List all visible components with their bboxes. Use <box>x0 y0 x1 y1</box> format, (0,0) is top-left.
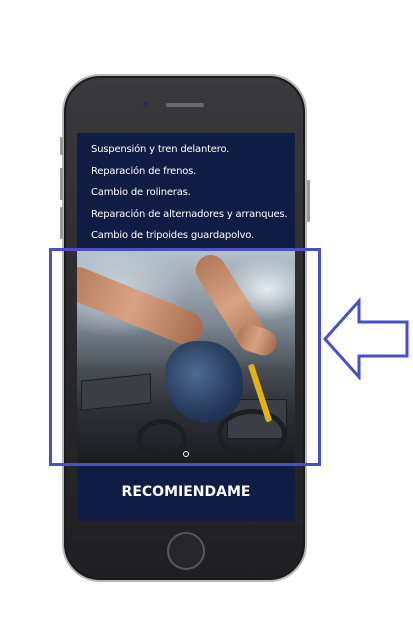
phone-side-button-silent <box>60 137 63 155</box>
recommend-button[interactable]: RECOMIENDAME <box>77 463 295 521</box>
service-item: Suspensión y tren delantero. <box>91 144 230 155</box>
service-item: Cambio de rolineras. <box>91 187 191 198</box>
earpiece-speaker <box>166 103 204 107</box>
front-camera-icon <box>143 102 148 107</box>
service-item: Reparación de frenos. <box>91 165 197 177</box>
phone-side-button-power <box>307 180 310 222</box>
home-button[interactable] <box>167 532 205 570</box>
highlight-box <box>49 248 321 466</box>
services-list: Suspensión y tren delantero. Reparación … <box>91 139 291 247</box>
phone-side-button-volume-up <box>60 168 63 200</box>
service-item: Reparación de alternadores y arranques. <box>91 208 288 220</box>
phone-side-button-volume-down <box>60 207 63 239</box>
service-item: Cambio de tripoides guardapolvo. <box>91 230 255 241</box>
arrow-left-icon <box>322 298 409 380</box>
